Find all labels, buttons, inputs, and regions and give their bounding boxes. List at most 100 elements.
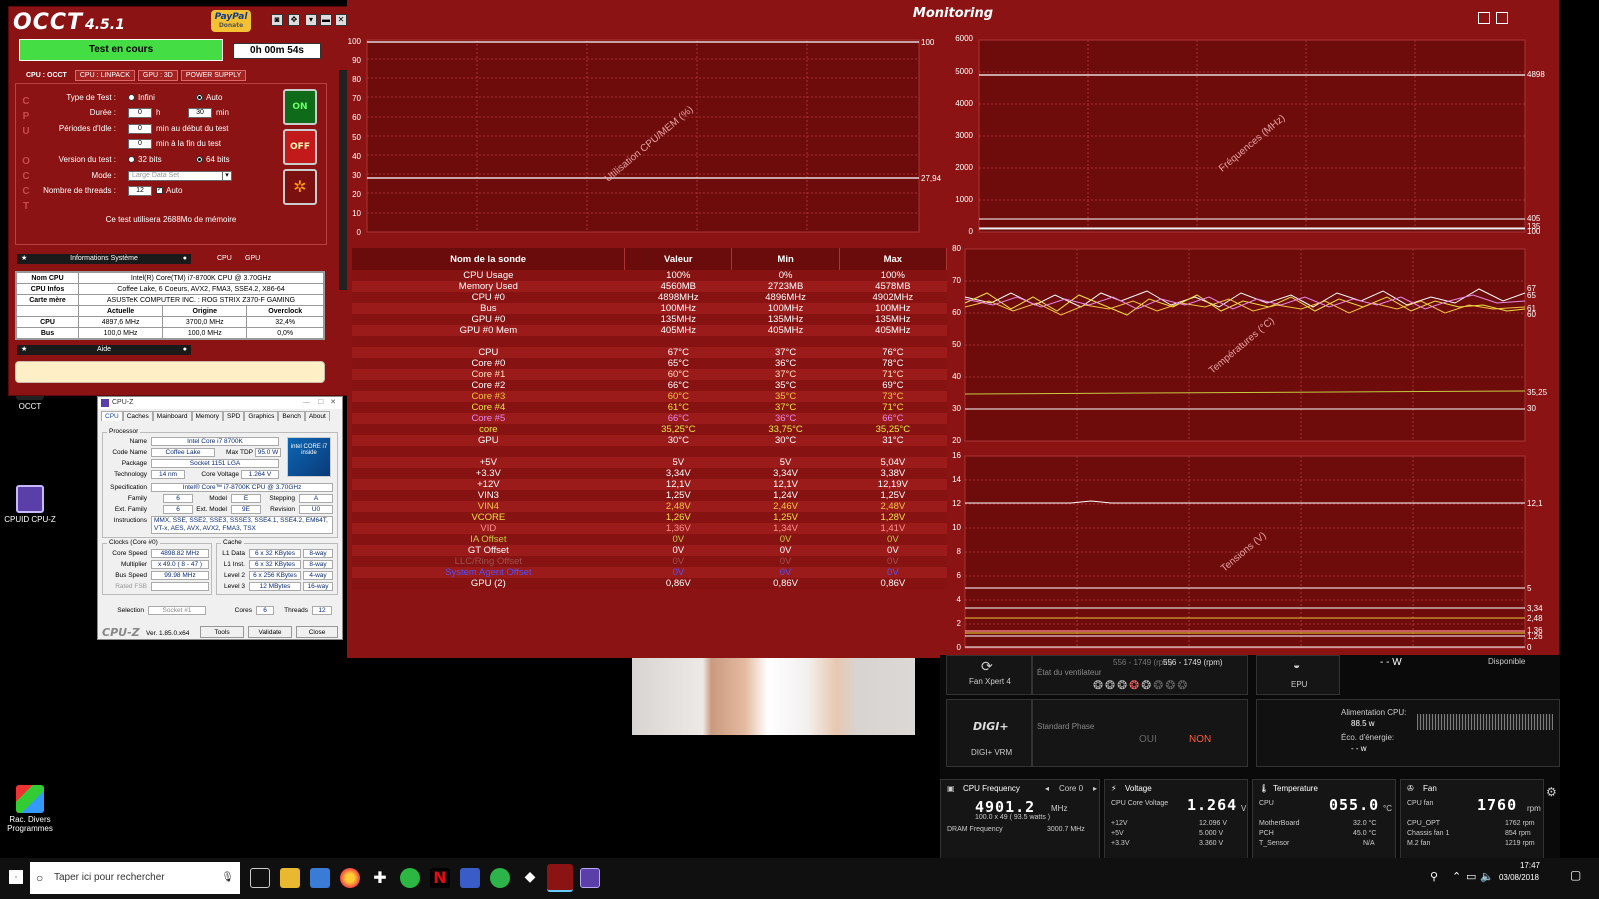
core-selector[interactable]: Core 0	[1059, 784, 1083, 793]
close-icon[interactable]: ✕	[335, 14, 347, 26]
netflix-icon[interactable]: N	[430, 868, 450, 888]
duration-hours-input[interactable]: 0	[128, 108, 152, 118]
task-view-icon[interactable]	[250, 868, 270, 888]
idle-end-input[interactable]: 0	[128, 139, 152, 149]
file-explorer-icon[interactable]	[280, 868, 300, 888]
save-icon[interactable]	[1478, 12, 1490, 24]
fan-xpert-tile[interactable]: ⟳ Fan Xpert 4	[946, 655, 1032, 695]
paypal-donate-button[interactable]: PayPal Donate	[211, 10, 251, 32]
settings-gear-icon[interactable]: ⚙	[1546, 785, 1557, 799]
logitech-icon[interactable]: ◆	[520, 868, 540, 888]
radio-64bits[interactable]: 64 bits	[196, 155, 230, 164]
v33-value: 3.360 V	[1199, 840, 1224, 847]
table-key: CPU Infos	[16, 283, 79, 295]
taskbar-date[interactable]: 03/08/2018	[1494, 873, 1544, 882]
phase-oui-button[interactable]: OUI	[1139, 734, 1157, 745]
table-header: Actuelle	[77, 305, 164, 317]
stop-test-button[interactable]: OFF	[283, 129, 317, 165]
occt-taskbar-icon[interactable]	[547, 864, 573, 892]
shield-icon[interactable]	[460, 868, 480, 888]
search-input[interactable]: ○ Taper ici pour rechercher 🎙	[30, 862, 240, 894]
cpuz-tab-cpu[interactable]: CPU	[101, 411, 123, 421]
screenshot-icon[interactable]: ◙	[271, 14, 283, 26]
circle-icon[interactable]: ●	[183, 345, 187, 355]
cpuz-brand: CPU-Z	[102, 626, 140, 639]
minimize-icon[interactable]: —	[303, 397, 310, 409]
whatsapp-icon[interactable]	[400, 868, 420, 888]
v5-label: +5V	[1111, 830, 1124, 837]
window-icon[interactable]	[1496, 12, 1508, 24]
sensor-cell-ma: 73°C	[839, 391, 947, 402]
store-icon[interactable]	[310, 868, 330, 888]
volume-icon[interactable]: 🔈	[1480, 870, 1494, 883]
epu-tile[interactable]: ◒ EPU	[1256, 655, 1340, 695]
cpuz-taskbar-icon[interactable]	[580, 868, 600, 888]
move-icon[interactable]: ✥	[288, 14, 300, 26]
firefox-icon[interactable]	[340, 868, 360, 888]
network-icon[interactable]: ▭	[1466, 870, 1476, 883]
radio-64-label: 64 bits	[206, 155, 230, 164]
start-test-button[interactable]: ON	[283, 89, 317, 125]
m2-label: M.2 fan	[1407, 840, 1431, 847]
tab-gpu-3d[interactable]: GPU : 3D	[137, 70, 178, 81]
minimize-icon[interactable]: ▬	[320, 14, 332, 26]
socket-select[interactable]: Socket #1	[148, 606, 206, 615]
cpuz-tab-graphics[interactable]: Graphics	[244, 411, 279, 421]
sensor-cell-n: System Agent Offset	[352, 567, 625, 578]
sensor-cell-v: 66°C	[624, 413, 732, 424]
desktop-icon-programs[interactable]: Rac. Divers Programmes	[0, 785, 60, 833]
taskbar-time[interactable]: 17:47	[1508, 861, 1552, 870]
close-button[interactable]: Close	[296, 626, 338, 638]
maximize-icon[interactable]: ☐	[318, 397, 324, 409]
cpuz-tab-caches[interactable]: Caches	[122, 411, 153, 421]
mode-select[interactable]: Large Data Set	[128, 171, 224, 181]
validate-button[interactable]: Validate	[248, 626, 292, 638]
cpuz-tab-mainboard[interactable]: Mainboard	[152, 411, 192, 421]
desktop-icon-cpuz[interactable]: CPUID CPU-Z	[0, 485, 60, 524]
chevron-down-icon[interactable]: ▾	[222, 171, 232, 181]
gear-icon[interactable]: ✲	[283, 169, 317, 205]
dropdown-icon[interactable]: ▾	[305, 14, 317, 26]
radio-infini[interactable]: Infini	[128, 93, 155, 102]
utorrent-icon[interactable]	[490, 868, 510, 888]
microphone-icon[interactable]: 🎙	[221, 862, 234, 894]
chevron-right-icon[interactable]: ▸	[1093, 784, 1097, 793]
people-icon[interactable]: ⚲	[1430, 870, 1438, 883]
phase-non-button[interactable]: NON	[1189, 734, 1211, 745]
notification-icon[interactable]: ▢	[1570, 868, 1581, 882]
duration-minutes-input[interactable]: 30	[188, 108, 212, 118]
tab-cpu-linpack[interactable]: CPU : LINPACK	[74, 70, 135, 81]
cpuz-tab-about[interactable]: About	[304, 411, 330, 421]
idle-start-input[interactable]: 0	[128, 124, 152, 134]
sysinfo-tab-gpu[interactable]: GPU	[245, 255, 260, 262]
chevron-up-icon[interactable]: ⌃	[1452, 870, 1461, 883]
table-header: Overclock	[246, 305, 324, 317]
intel-badge-text: intel CORE i7 inside	[290, 444, 328, 456]
plus-icon[interactable]: ✚	[370, 868, 390, 888]
windows-start-icon[interactable]	[9, 870, 23, 884]
circle-icon[interactable]: ●	[183, 254, 187, 264]
monitoring-side-tab[interactable]	[339, 70, 347, 290]
tab-cpu-occt[interactable]: CPU : OCCT	[21, 70, 72, 81]
rpm-range-2: 556 - 1749 (rpm)	[1163, 658, 1223, 667]
threads-auto-checkbox[interactable]: ✓ Auto	[156, 186, 182, 195]
cpuz-tab-bench[interactable]: Bench	[278, 411, 305, 421]
y-tick: 0	[956, 643, 961, 652]
radio-auto[interactable]: Auto	[196, 93, 222, 102]
cores-value: 6	[256, 606, 274, 615]
cpuz-tab-spd[interactable]: SPD	[222, 411, 245, 421]
test-status: Test en cours	[19, 39, 223, 61]
close-icon[interactable]: ✕	[330, 397, 336, 409]
m2-value: 1219 rpm	[1505, 840, 1535, 847]
tab-power-supply[interactable]: POWER SUPPLY	[180, 70, 247, 81]
tools-button[interactable]: Tools	[200, 626, 244, 638]
chevron-left-icon[interactable]: ◂	[1045, 784, 1049, 793]
sensor-cell-ma: 3,38V	[839, 468, 947, 479]
threads-input[interactable]: 12	[128, 186, 152, 196]
digi-vrm-tile[interactable]: DIGI+ DIGI+ VRM	[946, 699, 1032, 767]
temp-cpu-value: 055.0	[1329, 796, 1380, 814]
radio-32bits[interactable]: 32 bits	[128, 155, 162, 164]
sysinfo-tab-cpu[interactable]: CPU	[217, 255, 232, 262]
paypal-sub-label: Donate	[218, 22, 244, 29]
cpuz-tab-memory[interactable]: Memory	[191, 411, 223, 421]
